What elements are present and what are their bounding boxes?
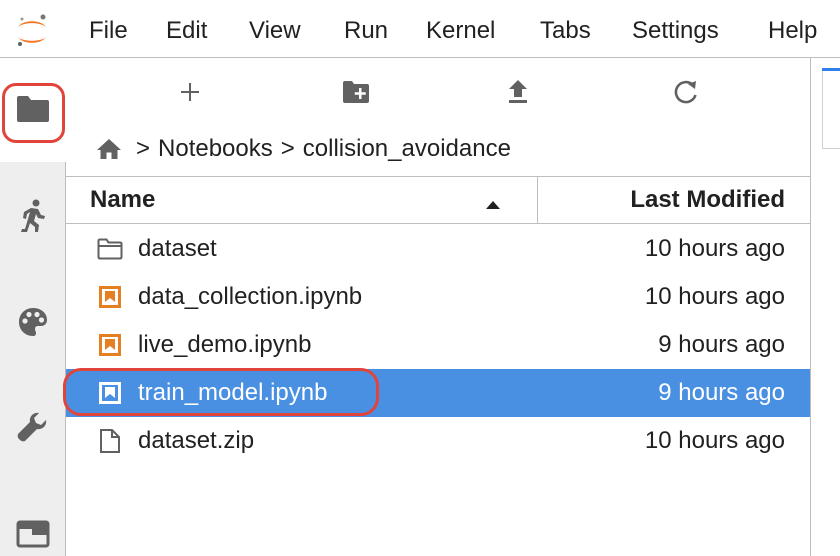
refresh-icon [674, 80, 697, 104]
breadcrumb-notebooks[interactable]: Notebooks [158, 135, 273, 163]
launcher-tab[interactable] [822, 71, 840, 149]
home-icon[interactable] [96, 138, 122, 160]
menu-kernel[interactable]: Kernel [426, 16, 495, 46]
file-browser-panel: > Notebooks > collision_avoidance Name L… [66, 58, 810, 556]
file-row-live-demo[interactable]: live_demo.ipynb 9 hours ago [66, 321, 810, 369]
notebook-icon [96, 331, 124, 359]
new-folder-icon [343, 81, 369, 103]
file-name: data_collection.ipynb [138, 283, 363, 310]
file-modified: 10 hours ago [644, 235, 785, 262]
menu-file[interactable]: File [89, 16, 128, 46]
file-modified: 10 hours ago [644, 427, 785, 454]
menu-view[interactable]: View [249, 16, 301, 46]
left-sidebar [0, 58, 66, 556]
palette-icon[interactable] [13, 302, 53, 342]
menu-edit[interactable]: Edit [166, 16, 207, 46]
menu-settings[interactable]: Settings [632, 16, 719, 46]
upload-icon [509, 80, 527, 103]
file-modified: 10 hours ago [644, 283, 785, 310]
menu-bar: File Edit View Run Kernel Tabs Settings … [0, 0, 840, 58]
breadcrumb-separator: > [280, 135, 295, 162]
file-row-dataset[interactable]: dataset 10 hours ago [66, 225, 810, 273]
upload-button[interactable] [500, 74, 536, 110]
jupyter-logo-icon[interactable] [12, 11, 52, 51]
refresh-button[interactable] [668, 74, 704, 110]
file-modified: 9 hours ago [658, 331, 785, 358]
new-launcher-icon [181, 83, 199, 101]
file-name: live_demo.ipynb [138, 331, 312, 358]
tabs-icon[interactable] [13, 514, 53, 554]
file-name: train_model.ipynb [138, 379, 328, 406]
last-modified-column-header[interactable]: Last Modified [539, 185, 785, 215]
sort-ascending-icon [486, 196, 500, 214]
running-icon[interactable] [13, 196, 53, 236]
menu-run[interactable]: Run [344, 16, 388, 46]
menu-tabs[interactable]: Tabs [540, 16, 591, 46]
file-row-dataset-zip[interactable]: dataset.zip 10 hours ago [66, 417, 810, 465]
wrench-icon[interactable] [13, 408, 53, 448]
new-launcher-button[interactable] [172, 74, 208, 110]
file-list-header: Name Last Modified [66, 176, 810, 224]
breadcrumb-collision-avoidance[interactable]: collision_avoidance [303, 135, 511, 163]
active-tab-indicator [822, 68, 840, 71]
file-name: dataset [138, 235, 217, 262]
file-icon [96, 427, 124, 455]
name-column-label: Name [90, 186, 156, 213]
folder-icon[interactable] [13, 89, 53, 129]
new-folder-button[interactable] [338, 74, 374, 110]
file-list: dataset 10 hours ago data_collection.ipy… [66, 225, 810, 465]
file-name: dataset.zip [138, 427, 255, 454]
file-row-data-collection[interactable]: data_collection.ipynb 10 hours ago [66, 273, 810, 321]
file-row-train-model[interactable]: train_model.ipynb 9 hours ago [66, 369, 810, 417]
menu-help[interactable]: Help [768, 16, 817, 46]
notebook-icon [96, 379, 124, 407]
folder-icon [96, 235, 124, 263]
breadcrumb-separator: > [136, 135, 151, 162]
notebook-icon [96, 283, 124, 311]
breadcrumb: > Notebooks > collision_avoidance [96, 132, 511, 166]
name-column-header[interactable]: Name [66, 177, 538, 223]
file-modified: 9 hours ago [658, 379, 785, 406]
